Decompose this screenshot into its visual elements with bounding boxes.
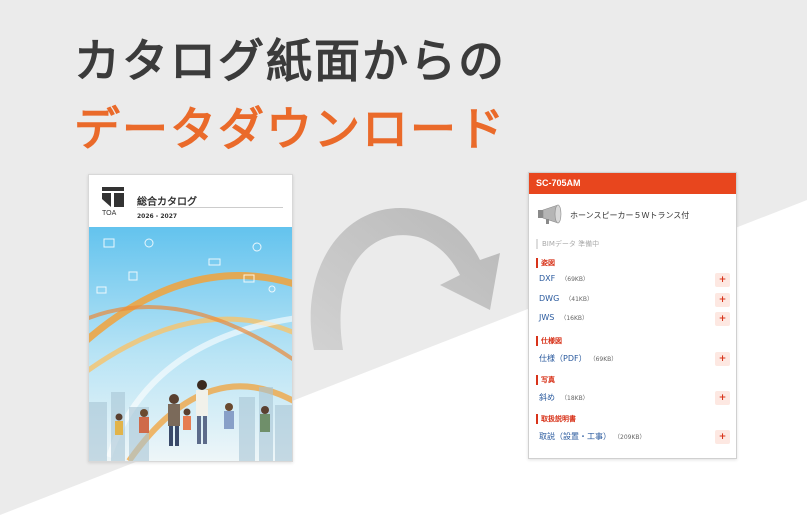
file-link[interactable]: 斜め （18KB）: [539, 392, 589, 403]
file-link[interactable]: 取説（設置・工事） （209KB）: [539, 431, 646, 442]
catalog-divider: [137, 207, 283, 208]
file-size: （209KB）: [617, 434, 646, 441]
file-link[interactable]: 仕様（PDF） （69KB）: [539, 353, 617, 364]
section-label-outline: 姿図: [536, 258, 555, 268]
file-row[interactable]: 斜め （18KB） +: [539, 391, 732, 405]
panel-header-model: SC-705AM: [529, 173, 736, 194]
bim-status: BIMデータ 準備中: [536, 239, 599, 249]
file-link[interactable]: JWS （16KB）: [539, 313, 588, 322]
add-plus-button[interactable]: +: [715, 273, 730, 287]
headline-line1: カタログ紙面からの: [74, 34, 506, 88]
section-label-spec: 仕様図: [536, 336, 562, 346]
section-label-photo: 写真: [536, 375, 555, 385]
file-row[interactable]: DWG （41KB） +: [539, 293, 732, 307]
toa-logo-icon: [102, 187, 124, 207]
catalog-header: TOA 総合カタログ 2026 - 2027: [89, 175, 292, 227]
add-plus-button[interactable]: +: [715, 391, 730, 405]
product-name: ホーンスピーカー５Ｗトランス付: [570, 211, 690, 220]
catalog-title: 総合カタログ: [137, 197, 197, 208]
horn-speaker-icon: [538, 204, 562, 224]
catalog-cover[interactable]: TOA 総合カタログ 2026 - 2027: [88, 174, 293, 462]
file-size: （69KB）: [561, 276, 589, 283]
catalog-year: 2026 - 2027: [137, 213, 178, 220]
file-row[interactable]: 取説（設置・工事） （209KB） +: [539, 430, 732, 444]
toa-logo-text: TOA: [102, 210, 117, 217]
file-size: （41KB）: [565, 296, 593, 303]
section-label-manual: 取扱説明書: [536, 414, 576, 424]
file-row[interactable]: DXF （69KB） +: [539, 273, 732, 287]
headline-line2: データダウンロード: [74, 102, 506, 156]
add-plus-button[interactable]: +: [715, 312, 730, 326]
file-row[interactable]: 仕様（PDF） （69KB） +: [539, 352, 732, 366]
file-link[interactable]: DXF （69KB）: [539, 274, 589, 283]
catalog-cover-illustration: [89, 227, 292, 461]
product-row: ホーンスピーカー５Ｗトランス付: [536, 201, 731, 229]
file-size: （69KB）: [592, 356, 618, 363]
add-plus-button[interactable]: +: [715, 293, 730, 307]
add-plus-button[interactable]: +: [715, 430, 730, 444]
add-plus-button[interactable]: +: [715, 352, 730, 366]
file-size: （16KB）: [560, 315, 589, 322]
curved-arrow-icon: [310, 207, 500, 350]
file-size: （18KB）: [561, 395, 589, 402]
file-row[interactable]: JWS （16KB） +: [539, 312, 732, 326]
file-link[interactable]: DWG （41KB）: [539, 294, 593, 303]
download-panel: SC-705AM ホーンスピーカー５Ｗトランス付 BIMデータ 準備中 姿図 D…: [528, 172, 737, 459]
